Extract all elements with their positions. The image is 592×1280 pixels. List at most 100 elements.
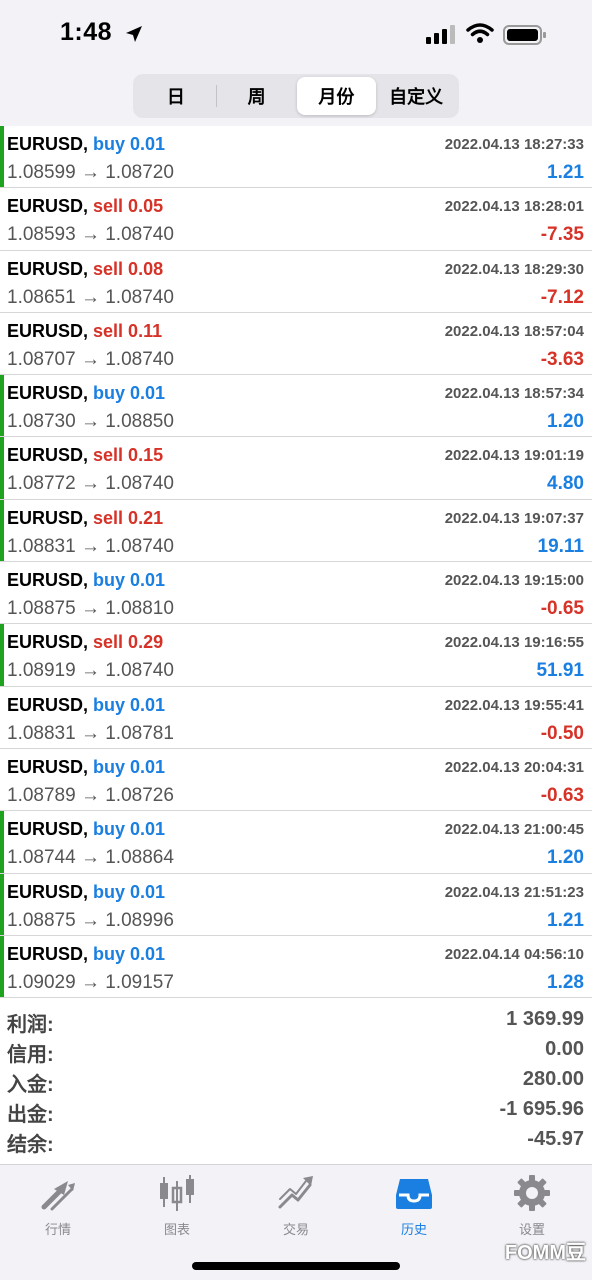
tab-quotes-label: 行情: [44, 1222, 71, 1237]
trade-symbol-text: EURUSD,: [7, 196, 89, 217]
trade-row[interactable]: EURUSD, sell 0.29 1.08919 → 1.08740 2022.0…: [0, 624, 592, 687]
trade-timestamp: 2022.04.13 20:04:31: [444, 758, 584, 776]
period-segmented-control: 日 周 月份 自定义: [133, 74, 459, 118]
trade-prices: 1.08772 → 1.08740: [7, 473, 174, 495]
segment-custom[interactable]: 自定义: [376, 77, 456, 115]
quotes-arrows-icon: [41, 1181, 75, 1211]
trade-timestamp: 2022.04.13 18:29:30: [444, 260, 584, 278]
account-summary: 利润: 1 369.99 信用: 0.00 入金: 280.00 出金: -1 695.96 结…: [0, 1006, 592, 1156]
trade-symbol-text: EURUSD,: [7, 445, 89, 466]
trade-symbol: EURUSD, sell 0.29: [7, 632, 163, 653]
trade-symbol: EURUSD, buy 0.01: [7, 695, 165, 716]
trade-history-list: EURUSD, buy 0.01 1.08599 → 1.08720 2022.04…: [0, 126, 592, 999]
trade-row[interactable]: EURUSD, buy 0.01 1.08730 → 1.08850 2022.04…: [0, 375, 592, 438]
summary-label: 出金:: [7, 1104, 54, 1126]
trade-symbol: EURUSD, buy 0.01: [7, 882, 165, 903]
trade-symbol: EURUSD, buy 0.01: [7, 570, 165, 591]
trade-profit: 1.21: [547, 162, 584, 183]
summary-value: -1 695.96: [499, 1098, 584, 1120]
trade-row[interactable]: EURUSD, sell 0.11 1.08707 → 1.08740 2022.0…: [0, 312, 592, 376]
trade-side-volume: buy 0.01: [93, 134, 166, 154]
trade-symbol-text: EURUSD,: [7, 694, 89, 715]
summary-value: 1 369.99: [506, 1008, 584, 1030]
summary-row: 入金: 280.00: [0, 1066, 592, 1096]
trade-timestamp: 2022.04.13 19:55:41: [444, 696, 584, 714]
tab-charts-label: 图表: [163, 1222, 190, 1237]
tab-settings[interactable]: 设置: [492, 1173, 572, 1237]
trade-timestamp: 2022.04.13 19:15:00: [444, 572, 584, 590]
history-inbox-icon: [396, 1179, 432, 1209]
trade-trend-icon: [278, 1176, 313, 1209]
trade-side-volume: buy 0.01: [93, 383, 166, 404]
segment-week[interactable]: 周: [217, 77, 297, 115]
trade-prices: 1.08599 → 1.08720: [7, 162, 174, 183]
trade-prices: 1.08593 → 1.08740: [7, 224, 174, 246]
trade-symbol-text: EURUSD,: [7, 881, 89, 902]
trade-row[interactable]: EURUSD, sell 0.15 1.08772 → 1.08740 2022.0…: [0, 437, 592, 500]
segment-month[interactable]: 月份: [296, 77, 377, 115]
status-time: 1:48: [60, 18, 113, 46]
trade-side-volume: buy 0.01: [93, 881, 166, 902]
trade-row[interactable]: EURUSD, buy 0.01 1.08875 → 1.08996 2022.04…: [0, 873, 592, 936]
trade-symbol-text: EURUSD,: [7, 383, 89, 404]
summary-row: 信用: 0.00: [0, 1036, 592, 1066]
trade-profit: 1.20: [547, 847, 584, 869]
home-indicator: [192, 1262, 400, 1270]
trade-timestamp: 2022.04.13 18:27:33: [444, 136, 584, 153]
trade-row[interactable]: EURUSD, buy 0.01 1.08599 → 1.08720 2022.04…: [0, 126, 592, 189]
trade-symbol: EURUSD, sell 0.05: [7, 196, 163, 217]
summary-value: 0.00: [545, 1038, 584, 1060]
trade-prices: 1.08744 → 1.08864: [7, 847, 174, 869]
tab-trade-label: 交易: [282, 1222, 309, 1237]
trade-timestamp: 2022.04.13 18:57:34: [444, 385, 584, 403]
trade-timestamp: 2022.04.13 18:28:01: [444, 198, 584, 216]
trade-row[interactable]: EURUSD, buy 0.01 1.08744 → 1.08864 2022.04…: [0, 811, 592, 874]
trade-profit: -0.50: [540, 722, 584, 744]
period-filter-bar: 日 周 月份 自定义: [0, 68, 592, 126]
tab-trade[interactable]: 交易: [256, 1173, 336, 1237]
summary-value: -45.97: [527, 1128, 584, 1150]
trade-profit: 4.80: [547, 473, 584, 495]
tab-charts[interactable]: 图表: [137, 1173, 217, 1237]
trade-profit: 19.11: [537, 535, 585, 557]
trade-symbol: EURUSD, buy 0.01: [7, 757, 165, 778]
summary-label: 入金:: [7, 1074, 54, 1096]
trade-timestamp: 2022.04.13 19:01:19: [444, 447, 584, 465]
tab-history[interactable]: 历史: [374, 1173, 454, 1237]
trade-side-volume: sell 0.11: [93, 320, 163, 341]
status-bar: 1:48: [0, 0, 592, 68]
trade-symbol: EURUSD, buy 0.01: [7, 134, 165, 155]
trade-symbol-text: EURUSD,: [7, 134, 89, 154]
trade-row[interactable]: EURUSD, sell 0.21 1.08831 → 1.08740 2022.0…: [0, 499, 592, 563]
summary-row: 出金: -1 695.96: [0, 1096, 592, 1126]
gear-icon: [514, 1175, 550, 1211]
trade-row[interactable]: EURUSD, buy 0.01 1.08831 → 1.08781 2022.04…: [0, 686, 592, 749]
trade-prices: 1.08730 → 1.08850: [7, 411, 174, 433]
trade-profit: -0.63: [540, 784, 584, 806]
trade-profit: 1.28: [547, 971, 584, 993]
trade-symbol-text: EURUSD,: [7, 819, 89, 840]
trade-side-volume: buy 0.01: [93, 819, 166, 840]
segment-day[interactable]: 日: [136, 77, 216, 115]
watermark: FOMM豆: [504, 1242, 586, 1264]
trade-profit: 51.91: [536, 660, 584, 682]
trade-side-volume: sell 0.15: [93, 445, 164, 466]
summary-value: 280.00: [522, 1068, 584, 1090]
trade-row[interactable]: EURUSD, sell 0.05 1.08593 → 1.08740 2022.0…: [0, 188, 592, 251]
trade-row[interactable]: EURUSD, buy 0.01 1.09029 → 1.09157 2022.04…: [0, 935, 592, 999]
summary-label: 信用:: [7, 1044, 54, 1066]
trade-prices: 1.09029 → 1.09157: [7, 971, 174, 993]
trade-symbol: EURUSD, buy 0.01: [7, 383, 165, 404]
trade-side-volume: sell 0.29: [93, 632, 164, 653]
trade-row[interactable]: EURUSD, sell 0.08 1.08651 → 1.08740 2022.0…: [0, 250, 592, 313]
tab-quotes[interactable]: 行情: [18, 1173, 98, 1237]
trade-side-volume: buy 0.01: [93, 694, 166, 715]
trade-side-volume: sell 0.05: [93, 196, 164, 217]
battery-icon: [503, 25, 546, 45]
cellular-signal-icon: [426, 25, 455, 44]
trade-row[interactable]: EURUSD, buy 0.01 1.08789 → 1.08726 2022.04…: [0, 748, 592, 812]
trade-timestamp: 2022.04.13 18:57:04: [444, 322, 584, 340]
trade-side-volume: buy 0.01: [93, 570, 166, 591]
trade-row[interactable]: EURUSD, buy 0.01 1.08875 → 1.08810 2022.04…: [0, 562, 592, 625]
wifi-icon: [466, 23, 494, 43]
